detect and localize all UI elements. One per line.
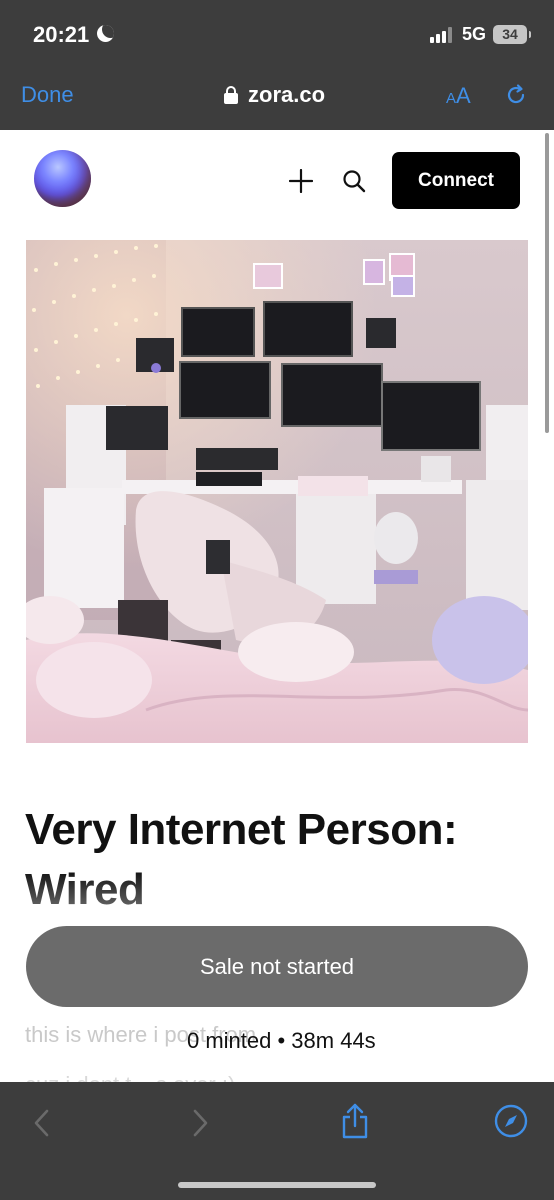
minted-status: 0 minted • 38m 44s — [187, 1028, 376, 1053]
signal-icon — [430, 27, 456, 43]
share-icon[interactable] — [340, 1102, 370, 1140]
battery-icon: 34 — [493, 25, 531, 44]
compass-icon[interactable] — [494, 1104, 528, 1138]
page-title: Very Internet Person: Wired — [25, 800, 525, 920]
status-bar: 20:21 5G 34 — [0, 0, 554, 70]
title-line-2: Wired — [25, 865, 145, 914]
search-icon[interactable] — [342, 169, 366, 193]
done-button[interactable]: Done — [21, 82, 74, 108]
url-text: zora.co — [248, 82, 326, 107]
moon-icon — [97, 25, 114, 42]
clock: 20:21 — [33, 22, 90, 47]
address-bar[interactable]: zora.co — [224, 82, 325, 108]
sale-status-button[interactable]: Sale not started — [26, 926, 528, 1007]
home-indicator — [178, 1182, 376, 1188]
title-line-1: Very Internet Person: — [25, 805, 458, 854]
zora-logo[interactable] — [34, 150, 91, 207]
connect-button[interactable]: Connect — [392, 152, 520, 209]
reload-icon[interactable] — [504, 83, 528, 107]
battery-level: 34 — [502, 26, 518, 42]
forward-icon[interactable] — [190, 1108, 210, 1138]
browser-toolbar — [0, 1082, 554, 1200]
artwork-image — [26, 240, 528, 743]
lock-icon — [224, 86, 238, 104]
scrollbar[interactable] — [545, 133, 549, 433]
browser-bar: Done zora.co AA — [0, 70, 554, 130]
network-type: 5G — [462, 24, 487, 44]
text-size-button[interactable]: AA — [446, 83, 471, 109]
plus-icon[interactable] — [289, 169, 313, 193]
back-icon[interactable] — [32, 1108, 52, 1138]
